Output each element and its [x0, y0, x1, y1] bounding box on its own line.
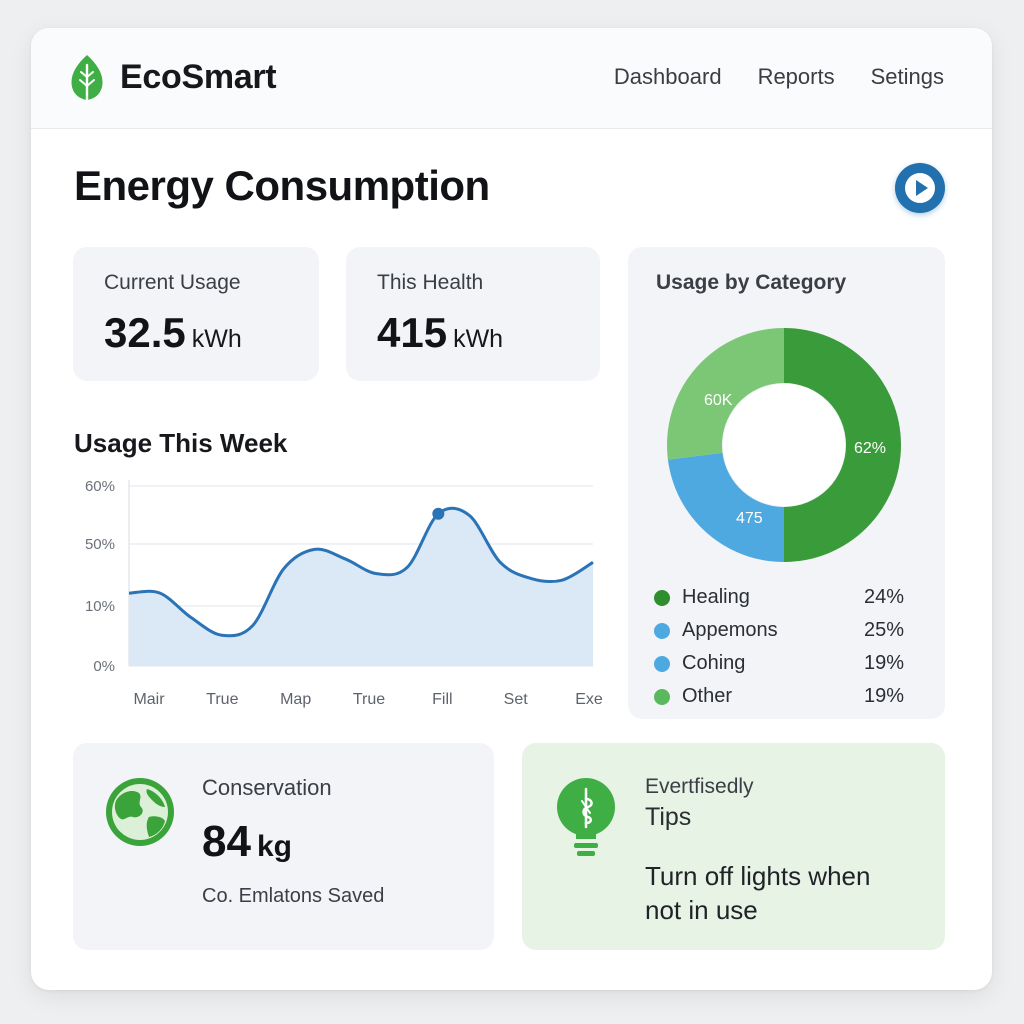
- tips-title: Tips: [645, 803, 692, 831]
- category-legend: Healing 24% Appemons 25% Cohing 19% Othe…: [654, 581, 904, 713]
- x-tick-label: Mair: [133, 691, 165, 708]
- conservation-value: 84 kg: [202, 817, 292, 867]
- legend-name: Healing: [682, 586, 750, 608]
- legend-dot: [654, 622, 670, 639]
- legend-item-other: Other 19%: [654, 680, 904, 713]
- current-usage-value: 32.5 kWh: [104, 309, 242, 357]
- this-health-label: This Health: [377, 271, 484, 294]
- leaf-icon: [71, 55, 103, 105]
- legend-name: Cohing: [682, 652, 746, 674]
- this-health-number: 415: [377, 309, 448, 356]
- legend-item-healing: Healing 24%: [654, 581, 904, 614]
- usage-week-chart: 0% 10% 50% 60% Mair True Map True Fill Set Exe: [85, 478, 603, 708]
- conservation-card: Conservation 84 kg Co. Emlatons Saved: [73, 743, 494, 950]
- peak-point: [432, 507, 445, 520]
- play-button[interactable]: [895, 163, 945, 213]
- legend-dot: [654, 589, 670, 606]
- slice-label: 475: [736, 510, 763, 527]
- current-usage-unit: kWh: [191, 325, 242, 353]
- x-tick-label: Fill: [432, 691, 452, 708]
- tips-eyebrow: Evertfisedly: [645, 775, 754, 798]
- legend-dot: [654, 655, 670, 672]
- conservation-unit: kg: [256, 830, 292, 863]
- nav-reports[interactable]: Reports: [758, 64, 835, 90]
- this-health-unit: kWh: [453, 325, 504, 353]
- legend-pct: 19%: [863, 685, 904, 707]
- conservation-subtitle: Co. Emlatons Saved: [202, 885, 385, 907]
- category-title: Usage by Category: [656, 271, 847, 294]
- slice-label: 62%: [854, 440, 886, 457]
- current-usage-number: 32.5: [104, 309, 186, 356]
- brand-name: EcoSmart: [120, 58, 277, 96]
- main-nav: Dashboard Reports Setings: [614, 64, 944, 90]
- current-usage-label: Current Usage: [104, 271, 241, 294]
- y-tick-label: 10%: [85, 598, 115, 615]
- nav-dashboard[interactable]: Dashboard: [614, 64, 722, 90]
- legend-pct: 24%: [863, 586, 904, 608]
- conservation-number: 84: [202, 817, 251, 866]
- y-tick-label: 60%: [85, 478, 115, 495]
- x-tick-label: Map: [280, 691, 311, 708]
- x-tick-label: True: [206, 691, 238, 708]
- legend-item-cohing: Cohing 19%: [654, 647, 904, 680]
- page-title: Energy Consumption: [74, 162, 490, 209]
- app-window: EcoSmart Dashboard Reports Setings Energ…: [31, 28, 992, 990]
- this-health-card: This Health 415 kWh: [346, 247, 600, 381]
- x-tick-label: Set: [504, 691, 529, 708]
- conservation-label: Conservation: [202, 775, 332, 800]
- play-icon: [905, 173, 935, 203]
- globe-icon: [106, 778, 174, 846]
- legend-name: Appemons: [682, 619, 778, 641]
- top-bar: EcoSmart Dashboard Reports Setings: [31, 28, 992, 129]
- category-donut-chart: 62% 475 60K: [667, 328, 901, 562]
- donut-hole: [723, 384, 845, 506]
- legend-pct: 19%: [863, 652, 904, 674]
- legend-name: Other: [682, 685, 733, 707]
- tips-card: Evertfisedly Tips Turn off lights when n…: [522, 743, 945, 950]
- lightbulb-icon: [557, 778, 615, 856]
- tips-text: Turn off lights when not in use: [645, 861, 871, 925]
- y-tick-label: 50%: [85, 536, 115, 553]
- legend-dot: [654, 688, 670, 705]
- x-tick-label: Exe: [575, 691, 603, 708]
- usage-by-category-card: Usage by Category 62% 475 60K Healing 24% …: [628, 247, 945, 719]
- legend-pct: 25%: [863, 619, 904, 641]
- y-tick-label: 0%: [93, 658, 115, 675]
- nav-settings[interactable]: Setings: [871, 64, 944, 90]
- x-tick-label: True: [353, 691, 385, 708]
- current-usage-card: Current Usage 32.5 kWh: [73, 247, 319, 381]
- this-health-value: 415 kWh: [377, 309, 503, 357]
- week-chart-title: Usage This Week: [74, 428, 288, 458]
- area-fill: [129, 508, 593, 666]
- legend-item-appemons: Appemons 25%: [654, 614, 904, 647]
- slice-label: 60K: [704, 392, 733, 409]
